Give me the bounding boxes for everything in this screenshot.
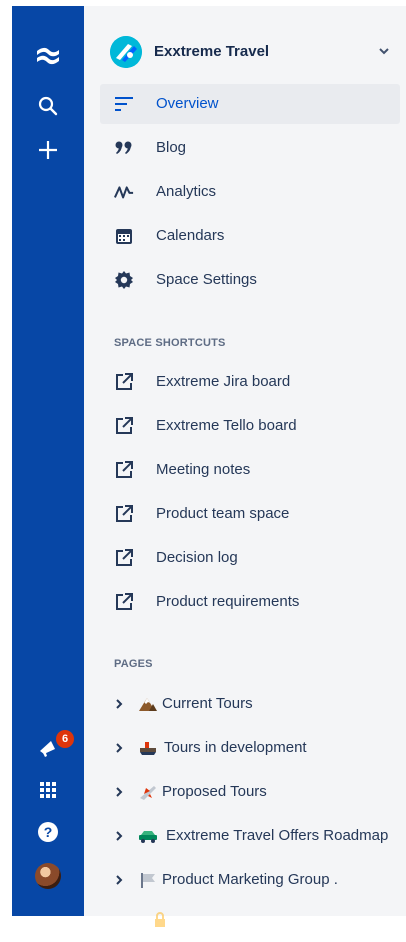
overview-lines-icon [114, 94, 134, 114]
chevron-right-icon[interactable] [114, 697, 124, 715]
nav-label: Calendars [156, 227, 225, 244]
notifications-button[interactable]: 6 [12, 728, 84, 768]
external-link-icon [114, 372, 134, 392]
shortcut-item[interactable]: Decision log [100, 538, 400, 578]
page-tree-item[interactable]: Exxtreme Travel Offers Roadmap [100, 816, 406, 856]
shortcut-label: Exxtreme Jira board [156, 373, 291, 390]
shortcut-item[interactable]: Meeting notes [100, 450, 400, 490]
external-link-icon [114, 460, 134, 480]
page-label: Product Marketing Group . [162, 871, 338, 888]
help-icon[interactable]: ? [12, 812, 84, 852]
shortcut-label: Meeting notes [156, 461, 251, 478]
quote-icon [114, 138, 134, 158]
lock-emoji-icon [152, 912, 172, 932]
nav-blog[interactable]: Blog [100, 128, 400, 168]
space-header[interactable]: Exxtreme Travel [84, 34, 406, 70]
mountain-emoji-icon [138, 694, 158, 714]
external-link-icon [114, 416, 134, 436]
external-link-icon [114, 504, 134, 524]
nav-overview[interactable]: Overview [100, 84, 400, 124]
car-emoji-icon [138, 826, 158, 846]
page-label: Exxtreme Travel Offers Roadmap [166, 827, 389, 844]
chevron-right-icon[interactable] [114, 741, 124, 759]
section-title-pages: PAGES [114, 658, 153, 670]
section-title-shortcuts: SPACE SHORTCUTS [114, 337, 226, 349]
nav-analytics[interactable]: Analytics [100, 172, 400, 212]
notification-badge: 6 [56, 730, 74, 748]
nav-label: Blog [156, 139, 187, 156]
svg-text:?: ? [44, 824, 53, 840]
shortcut-label: Decision log [156, 549, 238, 566]
page-label: Proposed Tours [162, 783, 267, 800]
external-link-icon [114, 548, 134, 568]
gear-icon [114, 270, 134, 290]
chevron-down-icon[interactable] [378, 44, 390, 62]
create-plus-icon[interactable] [12, 130, 84, 170]
space-title: Exxtreme Travel [154, 43, 270, 60]
shortcut-item[interactable]: Product team space [100, 494, 400, 534]
shortcut-label: Exxtreme Tello board [156, 417, 297, 434]
chevron-right-icon[interactable] [114, 785, 124, 803]
nav-label: Space Settings [156, 271, 257, 288]
analytics-icon [114, 182, 134, 202]
page-label: Current Tours [162, 695, 253, 712]
profile-avatar[interactable] [12, 856, 84, 896]
shortcut-item[interactable]: Exxtreme Tello board [100, 406, 400, 446]
nav-calendars[interactable]: Calendars [100, 216, 400, 256]
avatar [35, 863, 61, 889]
page-tree-item-partial [100, 902, 406, 942]
page-tree-item[interactable]: Current Tours [100, 684, 406, 724]
page-tree-item[interactable]: Tours in development [100, 728, 406, 768]
space-logo-icon [110, 36, 142, 68]
page-label: Tours in development [164, 739, 307, 756]
confluence-logo-icon[interactable] [12, 36, 84, 76]
chevron-right-icon[interactable] [114, 873, 124, 891]
shortcut-item[interactable]: Product requirements [100, 582, 400, 622]
airplane-emoji-icon [138, 782, 158, 802]
app-switcher-icon[interactable] [12, 770, 84, 810]
external-link-icon [114, 592, 134, 612]
page-tree-item[interactable]: Product Marketing Group . [100, 860, 406, 900]
space-sidebar: Exxtreme Travel Overview Blog Analytics … [84, 6, 406, 927]
nav-label: Analytics [156, 183, 217, 200]
shortcut-label: Product team space [156, 505, 290, 522]
flag-emoji-icon [138, 870, 158, 890]
chevron-right-icon[interactable] [114, 829, 124, 847]
global-nav: 6 ? [12, 6, 84, 916]
nav-label: Overview [156, 95, 219, 112]
search-icon[interactable] [12, 86, 84, 126]
nav-space-settings[interactable]: Space Settings [100, 260, 400, 300]
shortcut-item[interactable]: Exxtreme Jira board [100, 362, 400, 402]
page-tree-item[interactable]: Proposed Tours [100, 772, 406, 812]
calendar-icon [114, 226, 134, 246]
shortcut-label: Product requirements [156, 593, 300, 610]
ship-emoji-icon [138, 738, 158, 758]
